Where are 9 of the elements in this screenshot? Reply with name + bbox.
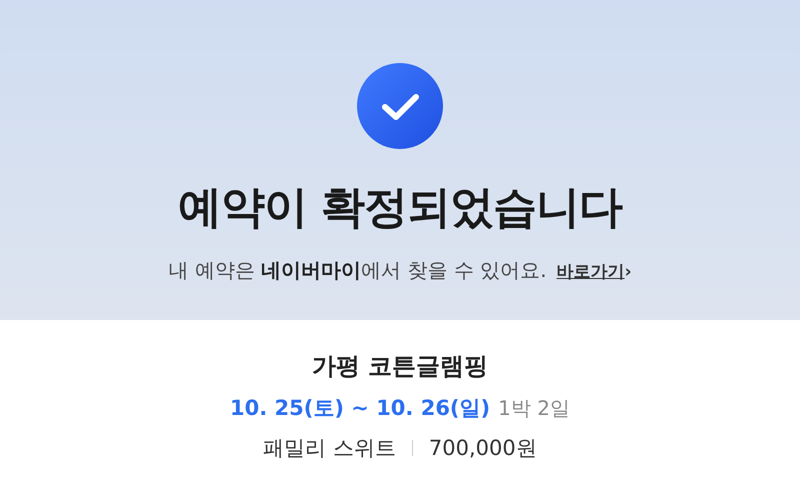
confirmation-message: 내 예약은 네이버마이에서 찾을 수 있어요. bbox=[168, 257, 547, 284]
confirmation-title: 예약이 확정되었습니다 bbox=[178, 181, 622, 235]
place-name: 가평 코튼글램핑 bbox=[312, 351, 488, 382]
shortcut-link[interactable]: 바로가기› bbox=[556, 260, 632, 283]
price: 700,000원 bbox=[428, 435, 537, 462]
stay-dates: 10. 25(토) ~ 10. 26(일) bbox=[230, 395, 490, 422]
check-circle-icon bbox=[356, 62, 444, 150]
stay-duration: 1박 2일 bbox=[498, 394, 570, 422]
room-type: 패밀리 스위트 bbox=[263, 435, 396, 462]
